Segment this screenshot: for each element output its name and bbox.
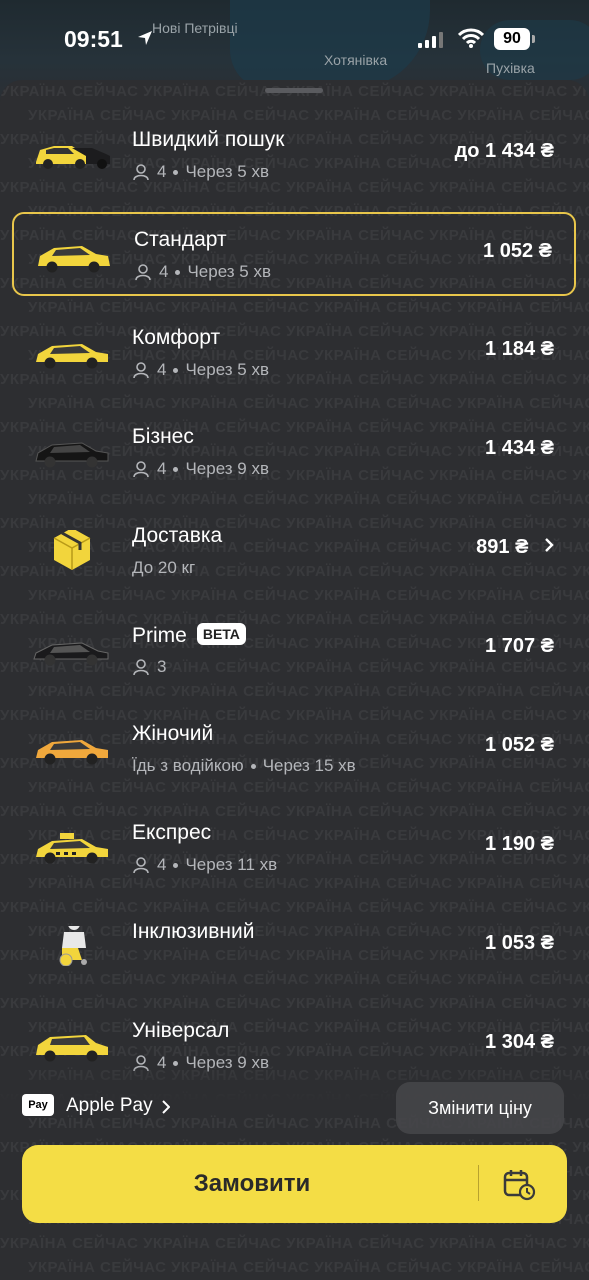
person-icon: [133, 164, 149, 181]
seat-count: 3: [157, 657, 167, 676]
tariff-name: Жіночий: [132, 722, 214, 745]
signal-icon: [418, 32, 443, 48]
car-yellow-icon: [36, 344, 108, 369]
beta-badge: BETA: [196, 623, 246, 645]
tariff-price: 1 434 ₴: [485, 437, 554, 459]
seat-count: 4: [157, 162, 167, 181]
separator-dot: [173, 169, 179, 175]
battery-tip: [532, 35, 535, 43]
separator-dot: [173, 862, 179, 868]
sheet-grabber[interactable]: [265, 88, 323, 93]
car-yellow-icon: [38, 246, 110, 273]
chevron-right-icon: [545, 538, 554, 552]
seat-count: 4: [157, 855, 167, 874]
tariff-row-business[interactable]: Бізнес 4 Через 9 хв 1 434 ₴: [12, 409, 576, 493]
tariff-name: Стандарт: [134, 228, 227, 251]
tariff-name: Універсал: [132, 1019, 230, 1042]
order-button-label: Замовити: [193, 1170, 311, 1197]
price-value: 891 ₴: [476, 536, 529, 558]
status-time: 09:51: [64, 26, 123, 52]
order-separator: [478, 1165, 479, 1201]
weight-limit: До 20 кг: [132, 558, 196, 577]
change-price-button[interactable]: Змінити ціну: [396, 1082, 564, 1134]
location-arrow-icon: [138, 31, 152, 45]
car-black-icon: [35, 442, 109, 468]
seat-count: 4: [157, 459, 167, 478]
wheelchair-person-icon: [59, 926, 87, 966]
tariff-details: 4 Через 5 хв: [132, 360, 269, 380]
tariff-details: 4 Через 5 хв: [132, 162, 269, 182]
tariff-name: Експрес: [132, 821, 212, 844]
separator-dot: [173, 466, 179, 472]
tariff-details: 4 Через 9 хв: [132, 459, 269, 479]
car-orange-icon: [36, 740, 108, 765]
status-bar: 09:51 90: [0, 0, 589, 80]
tariff-price: 1 052 ₴: [485, 734, 554, 756]
tariff-price: 1 184 ₴: [485, 338, 554, 360]
tariff-name: Prime BETA: [132, 623, 246, 648]
tariff-name: Комфорт: [132, 326, 221, 349]
tariff-name: Швидкий пошук: [132, 128, 285, 151]
tariff-price: 1 190 ₴: [485, 833, 554, 855]
tariff-name: Доставка: [132, 524, 223, 547]
tariff-row-delivery[interactable]: Доставка До 20 кг 891 ₴: [12, 508, 576, 592]
tariff-details: 4 Через 5 хв: [134, 262, 271, 282]
tariff-name: Бізнес: [132, 425, 194, 448]
taxi-icon: [36, 833, 108, 864]
car-black-icon: [33, 642, 109, 666]
tariff-price: 1 707 ₴: [485, 635, 554, 657]
tariff-price: до 1 434 ₴: [454, 140, 554, 162]
tariff-price: 1 052 ₴: [483, 240, 552, 262]
tariff-row-standard[interactable]: Стандарт 4 Через 5 хв 1 052 ₴: [12, 212, 576, 296]
eta-text: Через 11 хв: [185, 855, 278, 874]
separator-dot: [175, 269, 181, 275]
order-button[interactable]: Замовити: [22, 1145, 567, 1223]
chevron-right-icon: [162, 1100, 170, 1114]
box-icon: [53, 530, 91, 570]
person-icon: [135, 264, 151, 281]
eta-text: Через 5 хв: [185, 162, 270, 181]
wifi-icon: [458, 28, 484, 48]
car-yellow-black-icon: [36, 146, 110, 169]
seat-count: 4: [157, 360, 167, 379]
tariff-price: 1 053 ₴: [485, 932, 554, 954]
tariff-row-fast-search[interactable]: Швидкий пошук 4 Через 5 хв до 1 434 ₴: [12, 112, 576, 196]
eta-text: Через 5 хв: [185, 360, 270, 379]
tariff-row-express[interactable]: Експрес 4 Через 11 хв 1 190 ₴: [12, 805, 576, 889]
seat-count: 4: [159, 262, 169, 281]
tariff-row-prime[interactable]: Prime BETA 3 1 707 ₴: [12, 607, 576, 691]
separator-dot: [250, 763, 256, 769]
tariff-price: 891 ₴: [476, 536, 554, 559]
tariff-details: 4 Через 11 хв: [132, 855, 277, 875]
tariff-price: 1 304 ₴: [485, 1031, 554, 1053]
apple-pay-logo: Pay: [22, 1094, 54, 1116]
tariff-details: До 20 кг: [132, 558, 195, 578]
person-icon: [133, 461, 149, 478]
tariff-row-comfort[interactable]: Комфорт 4 Через 5 хв 1 184 ₴: [12, 310, 576, 394]
tariff-sheet[interactable]: УКРАЇНА СЕЙЧАС УКРАЇНА СЕЙЧАС УКРАЇНА СЕ…: [0, 80, 589, 1280]
calendar-schedule-icon[interactable]: [502, 1167, 536, 1201]
payment-method-button[interactable]: Apple Pay: [66, 1095, 153, 1117]
tariff-row-women[interactable]: Жіночий Їдь з водійкою Через 15 хв 1 052…: [12, 706, 576, 790]
tariff-details: 3: [132, 657, 166, 677]
tariff-name: Інклюзивний: [132, 920, 255, 943]
tariff-details: Їдь з водійкою Через 15 хв: [132, 756, 356, 776]
tariff-note: Їдь з водійкою: [132, 756, 244, 775]
separator-dot: [173, 367, 179, 373]
eta-text: Через 9 хв: [185, 459, 270, 478]
eta-text: Через 5 хв: [187, 262, 272, 281]
car-yellow-icon: [36, 1035, 108, 1062]
person-icon: [133, 857, 149, 874]
tariff-name-text: Prime: [132, 624, 187, 647]
person-icon: [133, 362, 149, 379]
payment-row: Pay Apple Pay Змінити ціну: [0, 1082, 589, 1134]
person-icon: [133, 659, 149, 676]
tariff-row-inclusive[interactable]: Інклюзивний 1 053 ₴: [12, 904, 576, 988]
battery-indicator: 90: [494, 28, 530, 50]
eta-text: Через 15 хв: [262, 756, 356, 775]
